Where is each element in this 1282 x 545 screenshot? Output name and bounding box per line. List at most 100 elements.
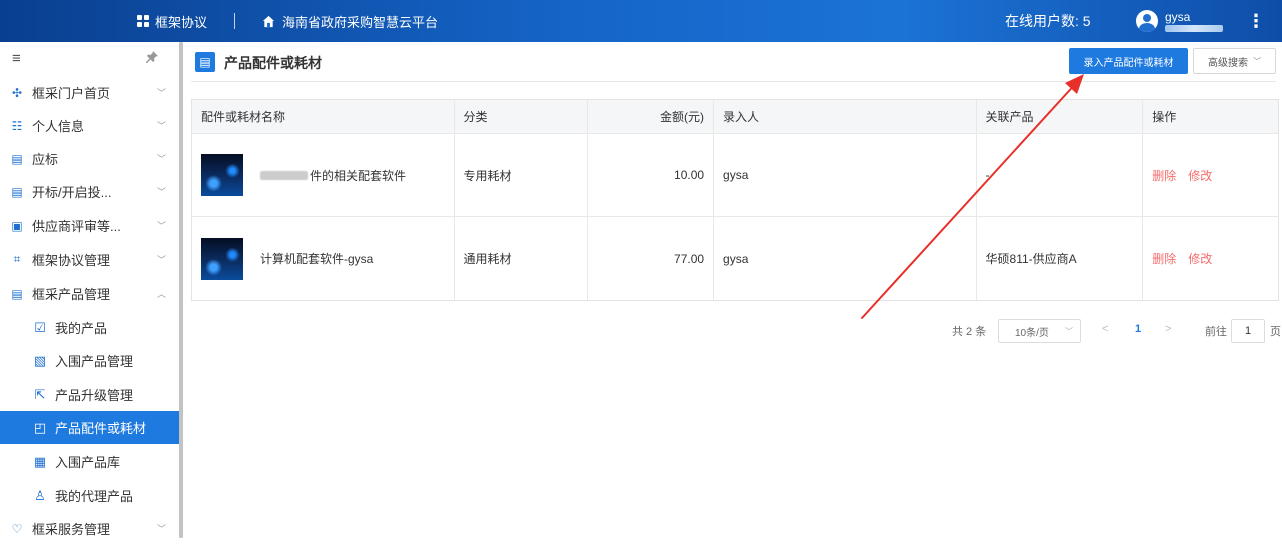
page-title: 产品配件或耗材 — [224, 55, 322, 71]
amount-cell: 10.00 — [588, 134, 715, 216]
chevron-down-icon: ﹀ — [1065, 326, 1073, 336]
column-header-amount[interactable]: 金额(元) — [588, 100, 715, 133]
column-header-product[interactable]: 关联产品 — [977, 100, 1144, 133]
accessories-table: 配件或耗材名称 分类 金额(元) 录入人 关联产品 操作 件的相关配套软件 专用… — [191, 99, 1279, 301]
advanced-search-button[interactable]: 高级搜索 ﹀ — [1193, 48, 1276, 74]
page-number-current[interactable]: 1 — [1135, 323, 1141, 335]
delete-link[interactable]: 删除 — [1152, 167, 1176, 184]
user-menu[interactable]: gysa — [1136, 0, 1223, 42]
sidebar-item-label: 框采门户首页 — [32, 86, 111, 101]
pin-icon[interactable] — [146, 51, 158, 66]
accessory-icon: ◰ — [33, 419, 47, 435]
goto-label: 前往 — [1205, 326, 1227, 338]
next-page-button[interactable]: > — [1165, 323, 1171, 335]
open-bid-icon: ▤ — [11, 184, 23, 199]
review-icon: ▣ — [11, 218, 23, 233]
item-name: 计算机配套软件-gysa — [260, 252, 374, 266]
redacted-text — [260, 170, 308, 180]
platform-label: 海南省政府采购智慧云平台 — [282, 14, 439, 30]
platform-link[interactable]: 海南省政府采购智慧云平台 — [262, 0, 438, 42]
agreement-icon: ⌗ — [13, 252, 21, 266]
prev-page-button[interactable]: < — [1102, 323, 1108, 335]
main-content: ▤ 产品配件或耗材 录入产品配件或耗材 高级搜索 ﹀ 配件或耗材名称 分类 金额… — [183, 42, 1282, 538]
chevron-down-icon: ﹀ — [157, 187, 167, 197]
library-icon: ▦ — [33, 453, 47, 469]
column-header-name[interactable]: 配件或耗材名称 — [192, 100, 455, 133]
chevron-down-icon: ﹀ — [1253, 56, 1261, 66]
edit-link[interactable]: 修改 — [1188, 167, 1212, 184]
sidebar-item-upgrade-management[interactable]: ⇱ 产品升级管理 — [0, 378, 179, 411]
sidebar-item-my-products[interactable]: ☑ 我的产品 — [0, 311, 179, 344]
product-cell: - — [977, 134, 1144, 216]
category-cell: 专用耗材 — [455, 134, 589, 216]
apps-menu[interactable]: 框架协议 — [137, 0, 207, 42]
column-header-entered-by[interactable]: 录入人 — [714, 100, 977, 133]
sidebar-item-product-management[interactable]: ▤ 框采产品管理 ︿ — [0, 277, 179, 310]
sidebar-item-label: 产品配件或耗材 — [55, 421, 147, 436]
item-name: 件的相关配套软件 — [310, 168, 407, 183]
sidebar-item-accessories[interactable]: ◰ 产品配件或耗材 — [0, 411, 179, 444]
sidebar-item-label: 个人信息 — [32, 119, 85, 134]
sidebar-item-shortlist-management[interactable]: ▧ 入围产品管理 — [0, 344, 179, 377]
sidebar-item-label: 应标 — [32, 152, 59, 167]
sidebar-item-agent-products[interactable]: ♙ 我的代理产品 — [0, 479, 179, 512]
column-header-category[interactable]: 分类 — [455, 100, 589, 133]
actions-cell: 删除 修改 — [1143, 134, 1278, 216]
sidebar-toolbar: ≡ — [0, 42, 179, 76]
menu-toggle-icon[interactable]: ≡ — [12, 51, 21, 66]
online-users: 在线用户数: 5 — [1005, 13, 1091, 29]
amount-cell: 77.00 — [588, 217, 715, 300]
chevron-down-icon: ﹀ — [157, 255, 167, 265]
product-thumbnail[interactable] — [201, 237, 243, 280]
name-cell: 件的相关配套软件 — [192, 134, 455, 216]
sidebar-item-label: 框采服务管理 — [32, 522, 111, 537]
user-card-icon: ☷ — [11, 118, 23, 133]
table-header: 配件或耗材名称 分类 金额(元) 录入人 关联产品 操作 — [192, 100, 1278, 134]
sidebar-item-bid-opening[interactable]: ▤ 开标/开启投... ﹀ — [0, 175, 179, 208]
avatar — [1136, 10, 1158, 32]
apps-label: 框架协议 — [155, 14, 208, 30]
bid-icon: ▤ — [11, 151, 23, 166]
sidebar-item-service-management[interactable]: ♡ 框采服务管理 ﹀ — [0, 512, 179, 545]
chevron-up-icon: ︿ — [157, 289, 167, 299]
sidebar-item-label: 入围产品管理 — [55, 354, 134, 369]
service-icon: ♡ — [11, 521, 23, 536]
sidebar-item-personal-info[interactable]: ☷ 个人信息 ﹀ — [0, 109, 179, 142]
sidebar-item-bid[interactable]: ▤ 应标 ﹀ — [0, 142, 179, 175]
sidebar-item-label: 我的代理产品 — [55, 489, 134, 504]
product-thumbnail[interactable] — [201, 154, 243, 196]
upgrade-icon: ⇱ — [34, 386, 46, 402]
top-header: 框架协议 海南省政府采购智慧云平台 在线用户数: 5 gysa ⋮ — [0, 0, 1282, 42]
advanced-search-label: 高级搜索 — [1208, 57, 1248, 69]
goto-page-input[interactable] — [1231, 319, 1265, 343]
edit-link[interactable]: 修改 — [1188, 250, 1212, 267]
sidebar-item-supplier-review[interactable]: ▣ 供应商评审等... ﹀ — [0, 209, 179, 242]
redacted-org-name — [1165, 24, 1223, 32]
sidebar: ≡ ✣ 框采门户首页 ﹀ ☷ 个人信息 ﹀ ▤ 应标 ﹀ ▤ 开标/开启投...… — [0, 42, 179, 538]
category-cell: 通用耗材 — [455, 217, 589, 300]
delete-link[interactable]: 删除 — [1152, 250, 1176, 267]
shortlist-icon: ▧ — [33, 352, 47, 368]
entered-by-cell: gysa — [714, 134, 977, 216]
home-icon — [262, 15, 275, 27]
column-header-actions: 操作 — [1152, 110, 1177, 124]
sidebar-item-agreement-management[interactable]: ⌗ 框架协议管理 ﹀ — [0, 243, 179, 276]
grid-icon: ✣ — [11, 85, 23, 100]
table-row: 计算机配套软件-gysa 通用耗材 77.00 gysa 华硕811-供应商A … — [192, 217, 1278, 300]
page-size-select[interactable]: 10条/页 ﹀ — [998, 319, 1081, 343]
add-accessory-button[interactable]: 录入产品配件或耗材 — [1069, 48, 1188, 74]
sidebar-item-label: 框采产品管理 — [32, 287, 111, 302]
my-product-icon: ☑ — [34, 319, 46, 335]
sidebar-item-portal-home[interactable]: ✣ 框采门户首页 ﹀ — [0, 76, 179, 109]
sidebar-item-label: 产品升级管理 — [55, 388, 134, 403]
agent-icon: ♙ — [34, 487, 46, 503]
sidebar-item-product-library[interactable]: ▦ 入围产品库 — [0, 445, 179, 478]
chevron-down-icon: ﹀ — [157, 88, 167, 98]
sidebar-item-label: 开标/开启投... — [32, 185, 112, 200]
pagination-total: 共 2 条 — [952, 326, 987, 338]
chevron-down-icon: ﹀ — [157, 524, 167, 534]
more-vertical-icon[interactable]: ⋮ — [1247, 0, 1265, 42]
chevron-down-icon: ﹀ — [157, 121, 167, 131]
page-size-value: 10条/页 — [1015, 327, 1049, 339]
product-cell: 华硕811-供应商A — [977, 217, 1144, 300]
